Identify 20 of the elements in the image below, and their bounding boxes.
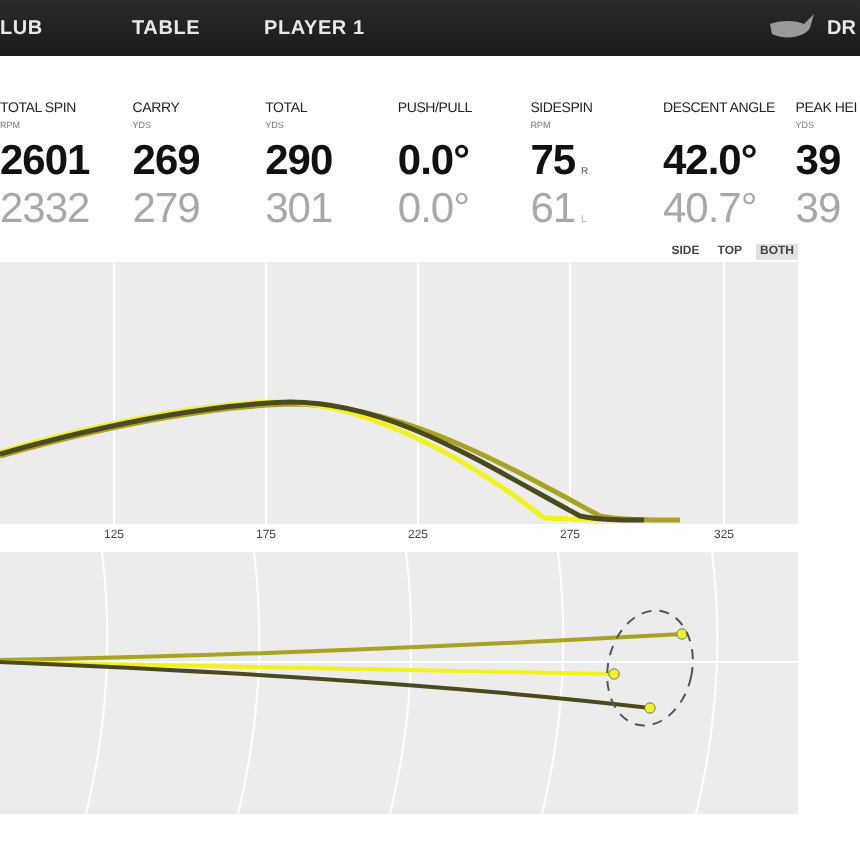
nav-tab[interactable]: PLAYER 1 xyxy=(264,17,365,39)
previous-value: 39 xyxy=(795,186,841,234)
club-head-icon xyxy=(767,14,816,42)
stat-value: 2601 xyxy=(0,138,90,186)
previous-value: 301 xyxy=(265,186,333,234)
club-label[interactable]: DR xyxy=(827,17,856,39)
stat-value: 75 xyxy=(530,138,576,186)
nav-tab[interactable]: TABLE xyxy=(132,17,201,39)
previous-value: 279 xyxy=(132,186,200,234)
stat-value: 42.0° xyxy=(662,138,757,186)
stat-value: 269 xyxy=(132,138,200,186)
stat-value: 39 xyxy=(795,138,841,186)
previous-value: 0.0° xyxy=(397,186,469,234)
dispersion-ellipse xyxy=(606,609,694,727)
nav-tab[interactable]: LUB xyxy=(0,17,43,39)
previous-value: 40.7° xyxy=(662,186,757,234)
previous-value: 61 xyxy=(530,186,576,234)
stat-value: 0.0° xyxy=(397,138,469,186)
stat-value: 290 xyxy=(265,138,333,186)
previous-value: 2332 xyxy=(0,186,90,234)
